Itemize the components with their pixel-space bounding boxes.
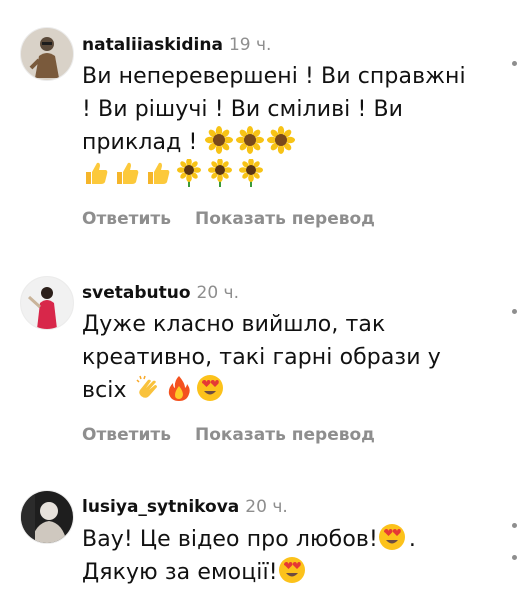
more-options-icon[interactable] <box>512 523 517 528</box>
avatar[interactable] <box>20 27 74 81</box>
sunflower-icon <box>206 159 234 187</box>
sunflower-icon <box>235 126 264 154</box>
show-translation-button[interactable]: Показать перевод <box>195 425 375 445</box>
comment-header: svetabutuo 20 ч. <box>82 282 239 304</box>
reply-button[interactable]: Ответить <box>82 425 171 445</box>
heart-eyes-icon <box>278 556 306 584</box>
comment-text: Ви неперевершені ! Ви справжні ! Ви рішу… <box>82 60 467 192</box>
comment-body-part1: Вау! Це відео про любов! <box>82 527 378 552</box>
clapping-hands-icon <box>134 374 162 402</box>
comment-body-part3: Дякую за емоції! <box>82 560 278 585</box>
avatar-photo-icon <box>21 277 73 329</box>
username[interactable]: lusiya_sytnikova <box>82 497 239 517</box>
comment-actions: Ответить Показать перевод <box>82 424 375 446</box>
comment-header: nataliiaskidina 19 ч. <box>82 34 271 56</box>
username[interactable]: nataliiaskidina <box>82 35 223 55</box>
sunflower-icon <box>204 126 233 154</box>
sunflower-icon <box>237 159 265 187</box>
more-options-icon[interactable] <box>512 555 517 560</box>
username[interactable]: svetabutuo <box>82 283 191 303</box>
avatar-photo-icon <box>21 491 73 543</box>
thumbs-up-icon <box>82 159 110 187</box>
comment-text: Вау! Це відео про любов!. Дякую за емоці… <box>82 523 482 589</box>
more-options-icon[interactable] <box>512 309 517 314</box>
avatar[interactable] <box>20 276 74 330</box>
heart-eyes-icon <box>378 523 406 551</box>
avatar[interactable] <box>20 490 74 544</box>
fire-icon <box>165 374 193 402</box>
timestamp: 20 ч. <box>245 497 288 517</box>
show-translation-button[interactable]: Показать перевод <box>195 209 375 229</box>
timestamp: 20 ч. <box>196 283 239 303</box>
comment-header: lusiya_sytnikova 20 ч. <box>82 496 288 518</box>
heart-eyes-icon <box>196 374 224 402</box>
avatar-photo-icon <box>21 28 73 80</box>
comment-item: nataliiaskidina 19 ч. Ви неперевершені ! … <box>0 0 517 250</box>
more-options-icon[interactable] <box>512 61 517 66</box>
comment-body-part2: . <box>408 527 416 552</box>
comment-actions: Ответить Показать перевод <box>82 208 375 230</box>
thumbs-up-icon <box>113 159 141 187</box>
thumbs-up-icon <box>144 159 172 187</box>
comment-text: Дуже класно вийшло, так креативно, такі … <box>82 308 477 407</box>
timestamp: 19 ч. <box>228 35 272 55</box>
sunflower-icon <box>175 159 203 187</box>
sunflower-icon <box>266 126 295 154</box>
reply-button[interactable]: Ответить <box>82 209 171 229</box>
